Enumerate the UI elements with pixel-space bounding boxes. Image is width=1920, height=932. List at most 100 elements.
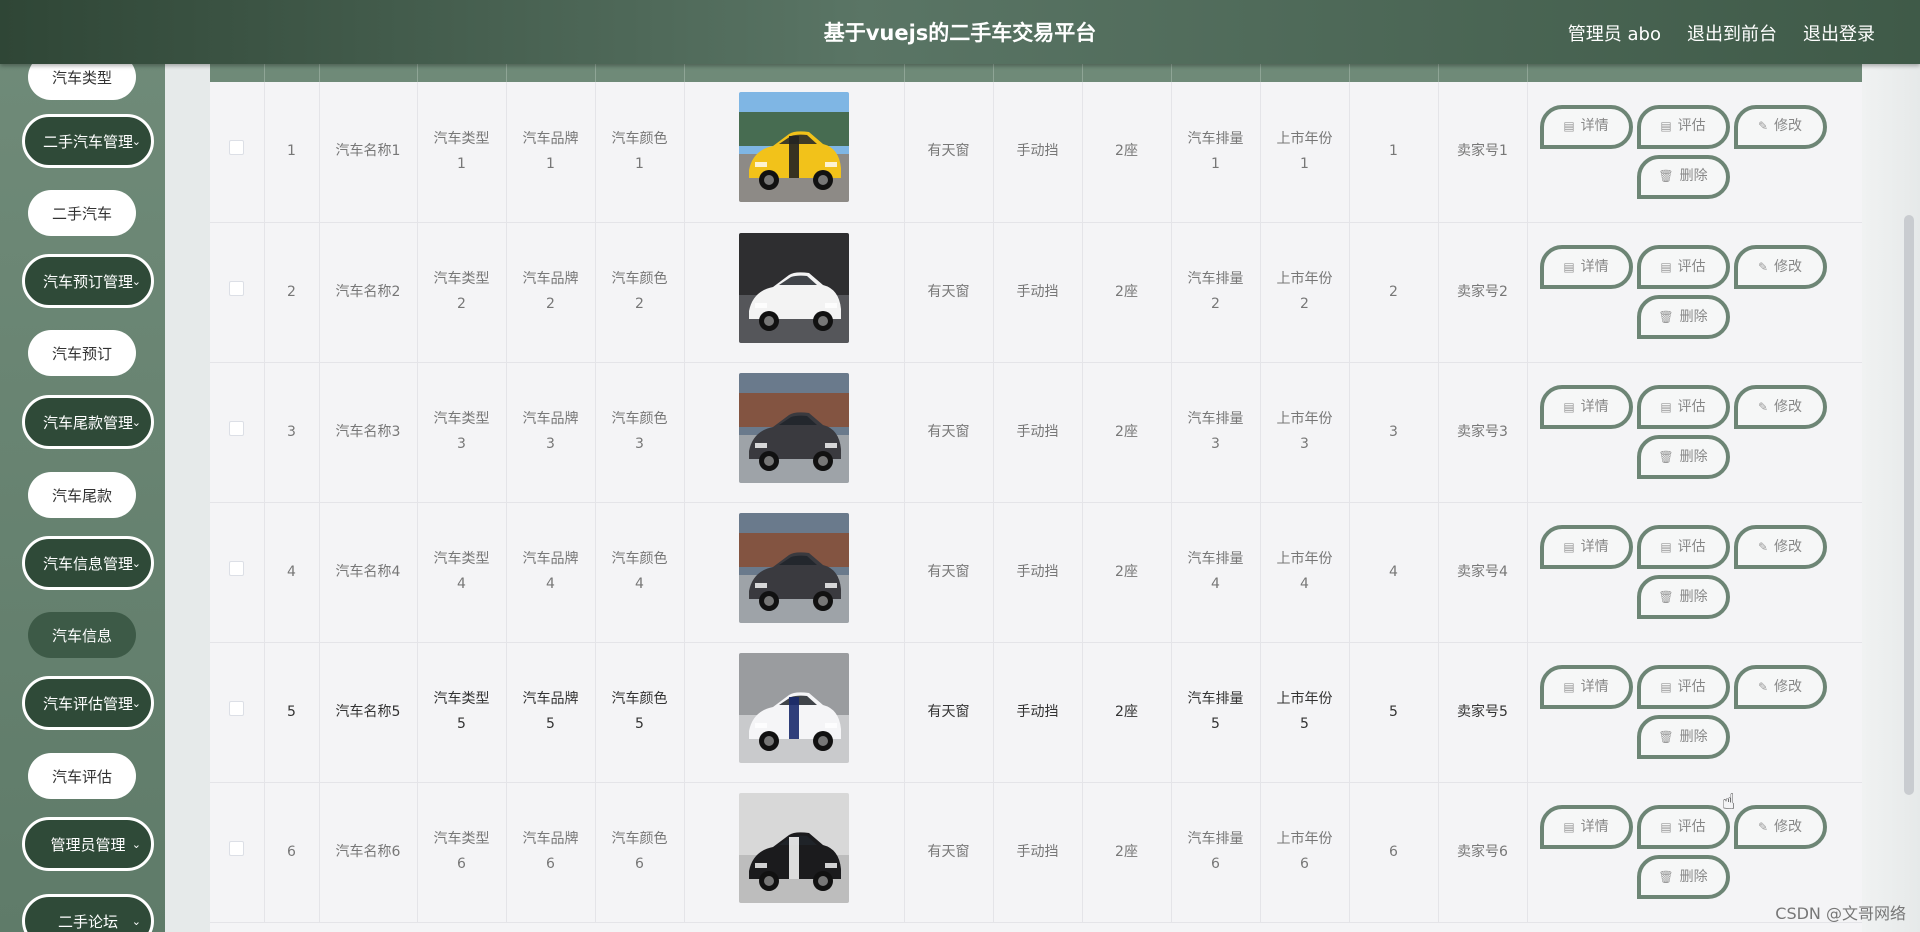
- index-cell: 5: [264, 642, 320, 783]
- assess-button[interactable]: ▤ 评估: [1636, 805, 1730, 849]
- row-checkbox[interactable]: [229, 700, 245, 716]
- detail-button[interactable]: ▤ 详情: [1539, 245, 1633, 289]
- button-label: 删除: [1679, 308, 1708, 325]
- checkbox-cell[interactable]: [210, 782, 265, 923]
- detail-button[interactable]: ▤ 详情: [1539, 104, 1633, 149]
- cell-number: 6: [546, 856, 555, 872]
- brand-cell: 汽车品牌 3: [506, 362, 596, 503]
- cell-number: 5: [1300, 716, 1309, 732]
- sidebar-group-1[interactable]: 二手汽车管理 ⌄: [22, 114, 154, 168]
- checkbox-cell[interactable]: [210, 82, 265, 223]
- sidebar-item-10[interactable]: 汽车评估: [28, 753, 136, 799]
- assess-button[interactable]: ▤ 评估: [1636, 385, 1730, 429]
- cell-text: 2座: [1115, 143, 1138, 160]
- cell-number: 4: [1300, 576, 1309, 592]
- cell-text: 2: [1389, 283, 1398, 300]
- sidebar-group-7[interactable]: 汽车信息管理 ⌄: [22, 536, 154, 590]
- sidebar-group-12[interactable]: 二手论坛 ⌄: [22, 894, 154, 932]
- edit-button[interactable]: ✎ 修改: [1733, 525, 1827, 569]
- checkbox-cell[interactable]: [210, 222, 265, 363]
- delete-button[interactable]: 🗑 删除: [1636, 715, 1730, 759]
- cell-label: 上市年份: [1276, 130, 1333, 147]
- row-checkbox[interactable]: [229, 280, 245, 296]
- delete-button[interactable]: 🗑 删除: [1636, 575, 1730, 619]
- table-row: 2 汽车名称2 汽车类型 2 汽车品牌 2 汽车颜色 2 有天窗 手动挡 2座 汽车排量 2 上市年份 2…: [210, 222, 1862, 363]
- button-label: 修改: [1774, 538, 1803, 555]
- sidebar-item-0[interactable]: 汽车类型: [28, 64, 136, 100]
- sidebar-item-label: 二手汽车管理: [42, 132, 133, 151]
- edit-button[interactable]: ✎ 修改: [1733, 805, 1827, 849]
- detail-button[interactable]: ▤ 详情: [1539, 805, 1633, 849]
- cell-number: 2: [635, 296, 644, 312]
- actions-cell: ▤ 详情 ▤ 评估 ✎ 修改 🗑 删除: [1527, 642, 1862, 783]
- detail-button[interactable]: ▤ 详情: [1539, 665, 1633, 709]
- row-checkbox[interactable]: [229, 420, 245, 436]
- cell-label: 汽车颜色: [611, 411, 668, 427]
- assess-button[interactable]: ▤ 评估: [1636, 104, 1730, 149]
- cell-text: 1: [1389, 143, 1398, 160]
- detail-button[interactable]: ▤ 详情: [1539, 525, 1633, 569]
- color-cell: 汽车颜色 5: [595, 642, 685, 783]
- vertical-scrollbar[interactable]: [1904, 215, 1914, 795]
- sidebar-item-label: 汽车信息: [51, 626, 112, 645]
- delete-button[interactable]: 🗑 删除: [1636, 435, 1730, 479]
- checkbox-cell[interactable]: [210, 642, 265, 783]
- detail-button[interactable]: ▤ 详情: [1539, 385, 1633, 429]
- cell-label: 汽车品牌: [522, 831, 579, 847]
- sidebar-item-label: 管理员管理: [50, 835, 126, 854]
- car-image: [739, 792, 849, 903]
- displacement-cell: 汽车排量 6: [1171, 782, 1261, 923]
- edit-button[interactable]: ✎ 修改: [1733, 385, 1827, 429]
- cell-text: 卖家号4: [1457, 563, 1508, 580]
- delete-button[interactable]: 🗑 删除: [1636, 154, 1730, 199]
- sidebar-item-2[interactable]: 二手汽车: [28, 190, 136, 236]
- cell-text: 卖家号5: [1457, 703, 1508, 720]
- exit-to-front-link[interactable]: 退出到前台: [1687, 20, 1777, 46]
- sidebar-group-9[interactable]: 汽车评估管理 ⌄: [22, 676, 154, 730]
- header-divider: [1082, 64, 1083, 82]
- row-checkbox[interactable]: [229, 840, 245, 856]
- assess-button[interactable]: ▤ 评估: [1636, 525, 1730, 569]
- sidebar-item-6[interactable]: 汽车尾款: [28, 472, 136, 518]
- row-checkbox[interactable]: [229, 140, 245, 156]
- admin-user-label[interactable]: 管理员 abo: [1568, 20, 1661, 46]
- logout-link[interactable]: 退出登录: [1803, 20, 1875, 46]
- edit-button[interactable]: ✎ 修改: [1733, 665, 1827, 709]
- cell-text: 卖家号2: [1457, 283, 1508, 300]
- edit-button[interactable]: ✎ 修改: [1733, 104, 1827, 149]
- document-icon: ▤: [1563, 819, 1575, 834]
- cell-label: 上市年份: [1276, 691, 1333, 707]
- actions-cell: ▤ 详情 ▤ 评估 ✎ 修改 🗑 删除: [1527, 502, 1862, 643]
- row-checkbox[interactable]: [229, 560, 245, 576]
- top-header: 基于vuejs的二手车交易平台 管理员 abo 退出到前台 退出登录: [0, 0, 1920, 64]
- button-label: 修改: [1774, 678, 1803, 695]
- cell-text: 1: [287, 143, 296, 160]
- delete-button[interactable]: 🗑 删除: [1636, 855, 1730, 899]
- sidebar-group-11[interactable]: 管理员管理 ⌄: [22, 817, 154, 871]
- sidebar-item-label: 汽车信息管理: [42, 554, 133, 573]
- cell-text: 2座: [1115, 423, 1138, 440]
- chevron-down-icon: ⌄: [131, 696, 141, 710]
- sidebar-group-3[interactable]: 汽车预订管理 ⌄: [22, 254, 154, 308]
- header-divider: [264, 64, 265, 82]
- sidebar-item-4[interactable]: 汽车预订: [28, 330, 136, 376]
- cell-text: 手动挡: [1016, 563, 1059, 580]
- sidebar-group-5[interactable]: 汽车尾款管理 ⌄: [22, 395, 154, 449]
- assess-button[interactable]: ▤ 评估: [1636, 245, 1730, 289]
- seller-cell: 卖家号1: [1438, 82, 1528, 223]
- cell-label: 上市年份: [1276, 271, 1333, 287]
- cell-label: 汽车排量: [1187, 411, 1244, 427]
- sidebar-item-8[interactable]: 汽车信息: [28, 612, 136, 658]
- button-label: 详情: [1580, 538, 1609, 555]
- delete-button[interactable]: 🗑 删除: [1636, 295, 1730, 339]
- name-cell: 汽车名称5: [319, 642, 418, 783]
- checkbox-cell[interactable]: [210, 502, 265, 643]
- cell-text: 汽车名称4: [335, 563, 401, 580]
- pencil-icon: ✎: [1757, 819, 1769, 834]
- assess-button[interactable]: ▤ 评估: [1636, 665, 1730, 709]
- image-cell: [684, 502, 905, 643]
- edit-button[interactable]: ✎ 修改: [1733, 245, 1827, 289]
- cell-text: 5: [287, 703, 296, 720]
- checkbox-cell[interactable]: [210, 362, 265, 503]
- cell-text: 有天窗: [927, 563, 970, 580]
